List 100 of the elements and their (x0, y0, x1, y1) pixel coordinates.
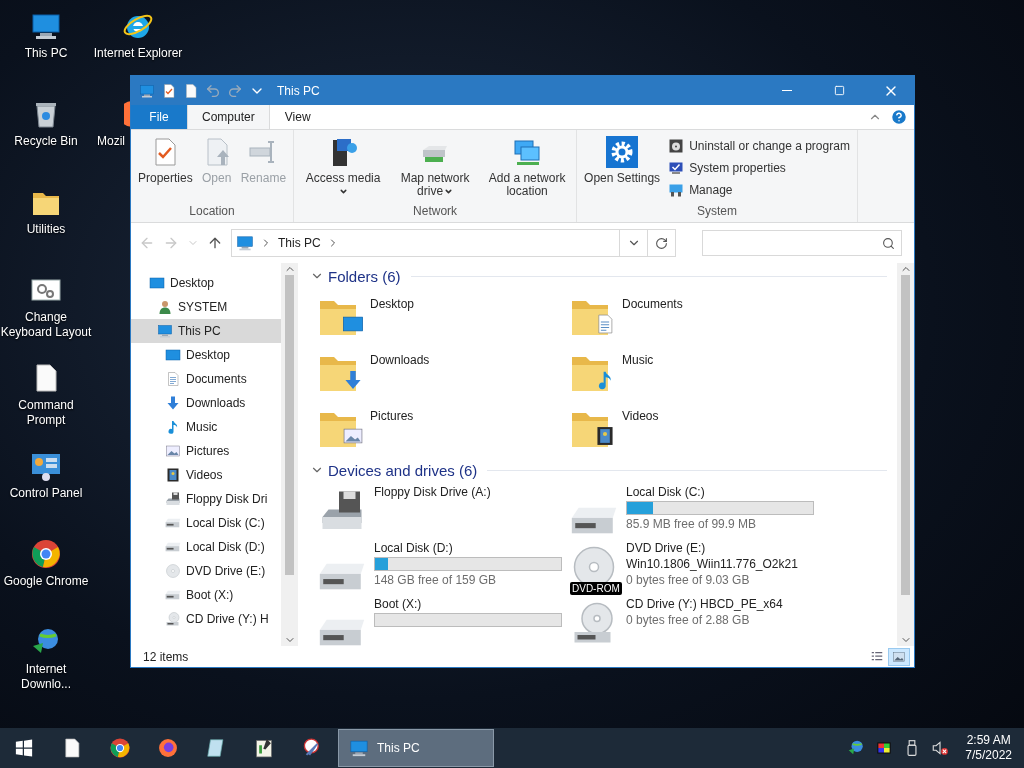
windows-logo-icon (14, 738, 34, 758)
desktop-icon-label[interactable]: Recycle Bin (14, 134, 78, 149)
folder-tile[interactable]: Downloads (318, 345, 570, 401)
picture-icon (342, 425, 364, 447)
forward-icon (163, 235, 179, 251)
desktop-icon-label[interactable]: Change Keyboard Layout (0, 310, 92, 340)
ribbon-button[interactable]: Map network drive (390, 134, 481, 204)
settings-icon (606, 136, 639, 168)
drive-name[interactable]: Local Disk (D:) (374, 541, 562, 555)
taskbar-window-button[interactable]: This PC (338, 729, 494, 767)
computer-icon (349, 738, 369, 758)
drive-name[interactable]: Boot (X:) (374, 597, 562, 611)
date: 7/5/2022 (965, 748, 1012, 763)
nav-item[interactable]: Local Disk (D:) (131, 535, 281, 559)
fox-logo-icon (157, 737, 179, 759)
group-label: Network (412, 204, 459, 220)
group-label: Location (188, 204, 236, 220)
window-title: This PC (277, 83, 321, 98)
nav-item[interactable]: SYSTEM (131, 295, 281, 319)
desktop-icon-label[interactable]: Command Prompt (0, 398, 92, 428)
desktop-icon-label[interactable]: Internet Downlo... (0, 662, 92, 692)
breadcrumb[interactable]: This PC (278, 236, 321, 250)
free-space-text: 148 GB free of 159 GB (374, 573, 498, 587)
chrome-icon[interactable] (30, 538, 62, 570)
desktop-icon-label[interactable]: Internet Explorer (93, 46, 183, 61)
nav-item[interactable]: Local Disk (C:) (131, 511, 281, 535)
ribbon-button[interactable]: Manage (665, 180, 853, 200)
nav-item[interactable]: Desktop (131, 343, 281, 367)
film-icon (594, 425, 616, 447)
desktop-icon (149, 275, 165, 291)
folder-tile[interactable]: Music (570, 345, 887, 401)
download-arrow-icon (165, 395, 181, 411)
drive-name[interactable]: CD Drive (Y:) HBCD_PE_x64 (626, 597, 783, 611)
group-label: System (695, 204, 738, 220)
nav-item[interactable]: Desktop (131, 271, 281, 295)
time: 2:59 AM (966, 733, 1011, 748)
minimize-icon (782, 90, 792, 91)
nav-item[interactable]: CD Drive (Y:) H (131, 607, 281, 631)
ribbon-tab[interactable]: View (269, 105, 326, 129)
computer-icon (157, 323, 173, 339)
up-button[interactable] (207, 235, 223, 251)
computer-icon (236, 234, 254, 252)
nav-item[interactable]: Floppy Disk Dri (131, 487, 281, 511)
desktop-icon-label[interactable]: This PC (24, 46, 68, 61)
nav-item[interactable]: Documents (131, 367, 281, 391)
section-title: Devices and drives (6) (328, 461, 478, 479)
checkmark-page-icon[interactable] (161, 82, 177, 99)
nav-item[interactable]: Boot (X:) (131, 583, 281, 607)
desktop-icon (342, 313, 364, 335)
drive-name[interactable]: Local Disk (C:) (626, 485, 814, 499)
desktop-icon-label[interactable]: Mozil (97, 134, 125, 149)
ribbon-button[interactable]: Properties (135, 134, 196, 204)
monitor-check-icon (668, 160, 685, 176)
hard-drive-icon (165, 518, 181, 528)
desktop-icon-label[interactable]: Control Panel (9, 486, 83, 501)
item-count: 12 items (143, 649, 190, 664)
file-menu-tab[interactable]: File (131, 105, 187, 129)
folder-tile[interactable]: Documents (570, 289, 887, 345)
nav-item[interactable]: Downloads (131, 391, 281, 415)
notepad-icon (253, 737, 275, 759)
film-icon (165, 467, 181, 483)
folder-tile[interactable]: Videos (570, 401, 887, 457)
drive-name[interactable]: Floppy Disk Drive (A:) (374, 485, 491, 499)
ribbon-button[interactable]: Add a network location (482, 134, 573, 204)
ribbon-tab[interactable]: Computer (187, 105, 270, 129)
large-icons-view-icon (892, 649, 906, 664)
floppy-drive-icon (165, 491, 181, 507)
desktop-icon-label[interactable]: Utilities (26, 222, 66, 237)
desktop-icon (165, 347, 181, 363)
search-field[interactable] (702, 230, 902, 256)
ribbon-button[interactable]: Open Settings (581, 134, 664, 204)
search-icon (882, 236, 895, 250)
ribbon-button[interactable]: Access media (298, 134, 389, 204)
speaker-muted-icon[interactable] (931, 739, 950, 757)
ribbon-button[interactable]: System properties (665, 158, 853, 178)
nav-item[interactable]: Videos (131, 463, 281, 487)
view-button[interactable] (888, 647, 910, 666)
nav-item[interactable]: This PC (131, 319, 281, 343)
nav-item[interactable]: Music (131, 415, 281, 439)
drive-name[interactable]: DVD Drive (E:) (626, 541, 798, 555)
free-space-text: 0 bytes free of 2.88 GB (626, 613, 751, 627)
address-bar[interactable]: This PC (231, 229, 676, 257)
color-grid-icon[interactable] (875, 739, 894, 757)
clock[interactable]: 2:59 AM 7/5/2022 (965, 733, 1012, 763)
help-icon[interactable] (890, 108, 908, 126)
ribbon-button[interactable]: Uninstall or change a program (665, 136, 853, 156)
globe-arrow-icon[interactable] (847, 739, 866, 757)
free-space-text: 0 bytes free of 9.03 GB (626, 573, 751, 587)
hard-drive-icon (318, 618, 366, 646)
folder-tile[interactable]: Desktop (318, 289, 570, 345)
nav-item[interactable]: Pictures (131, 439, 281, 463)
folder-tile[interactable]: Pictures (318, 401, 570, 457)
drive-type-label: DVD-ROM (570, 582, 622, 595)
hard-drive-icon (165, 590, 181, 600)
back-icon (139, 235, 155, 251)
refresh-icon (655, 236, 668, 250)
chrome-icon (109, 737, 131, 759)
nav-item[interactable]: DVD Drive (E:) (131, 559, 281, 583)
maximize-icon (833, 85, 845, 96)
desktop-icon-label[interactable]: Google Chrome (3, 574, 89, 589)
